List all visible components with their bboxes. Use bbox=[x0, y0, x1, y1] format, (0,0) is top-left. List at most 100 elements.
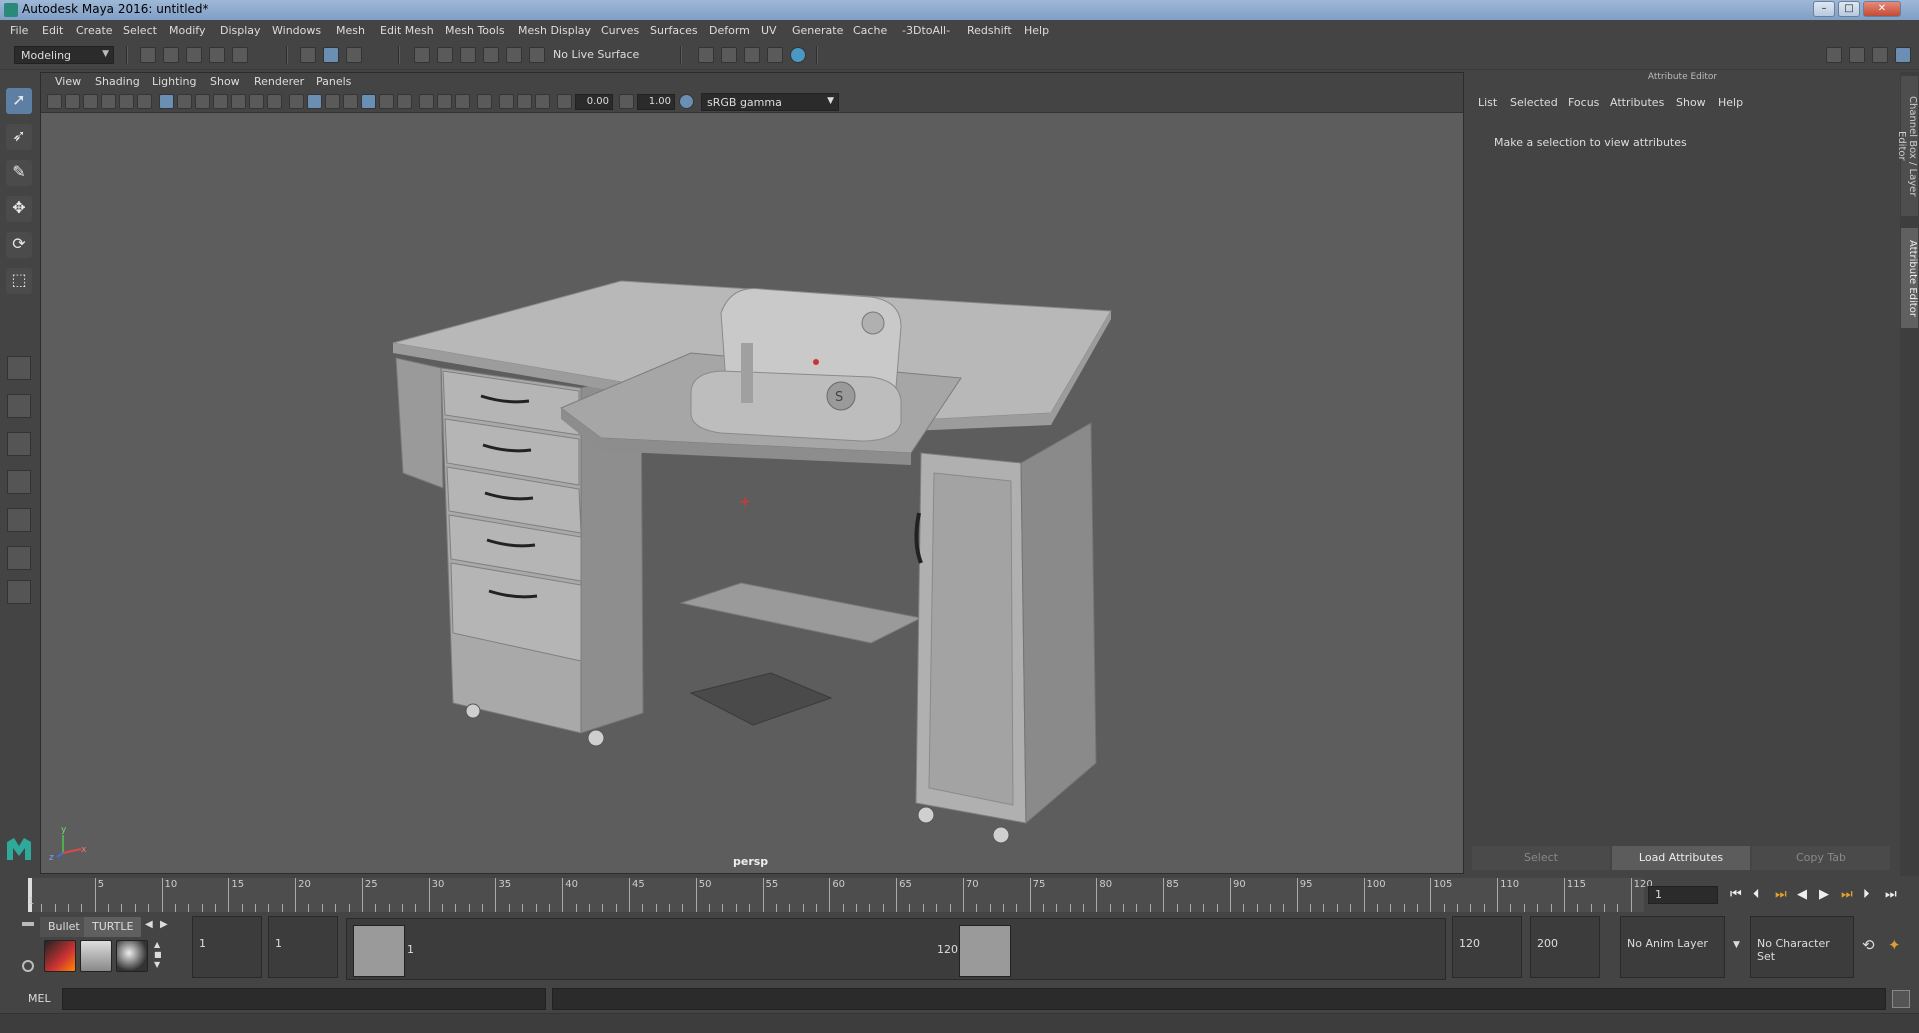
go-to-start-icon[interactable]: ⏮ bbox=[1730, 887, 1742, 902]
menu-modify[interactable]: Modify bbox=[169, 24, 205, 37]
select-button[interactable]: Select bbox=[1472, 846, 1610, 870]
attr-menu-selected[interactable]: Selected bbox=[1510, 96, 1558, 109]
shelf-settings-icon[interactable] bbox=[22, 960, 34, 972]
view-transform-select[interactable]: sRGB gamma ▼ bbox=[701, 93, 839, 111]
step-back-key-icon[interactable]: ⏭ bbox=[1775, 887, 1787, 902]
menu-curves[interactable]: Curves bbox=[601, 24, 639, 37]
close-button[interactable]: ✕ bbox=[1863, 1, 1901, 17]
menu-redshift[interactable]: Redshift bbox=[967, 24, 1012, 37]
animation-start-field[interactable]: 1 bbox=[192, 916, 262, 978]
shelf-menu-icon[interactable] bbox=[22, 922, 34, 926]
field-chart-icon[interactable] bbox=[231, 94, 246, 109]
default-material-icon[interactable] bbox=[325, 94, 340, 109]
render-frame-icon[interactable] bbox=[721, 47, 737, 63]
attr-menu-list[interactable]: List bbox=[1478, 96, 1497, 109]
color-management-icon[interactable] bbox=[679, 94, 694, 109]
snap-grid-icon[interactable] bbox=[414, 47, 430, 63]
menu-surfaces[interactable]: Surfaces bbox=[650, 24, 698, 37]
snap-point-icon[interactable] bbox=[460, 47, 476, 63]
gamma-icon[interactable] bbox=[619, 94, 634, 109]
playback-end-field[interactable]: 120 bbox=[1452, 916, 1522, 978]
menu-edit[interactable]: Edit bbox=[42, 24, 63, 37]
load-attributes-button[interactable]: Load Attributes bbox=[1612, 846, 1750, 870]
paint-select-tool-icon[interactable]: ✎ bbox=[6, 160, 32, 186]
step-forward-frame-icon[interactable]: ⏵ bbox=[1863, 887, 1870, 902]
snap-surface-icon[interactable] bbox=[506, 47, 522, 63]
use-all-lights-icon[interactable] bbox=[379, 94, 394, 109]
smooth-shade-icon[interactable] bbox=[307, 94, 322, 109]
modeling-toolkit-icon[interactable] bbox=[1826, 47, 1842, 63]
image-plane-icon[interactable] bbox=[101, 94, 116, 109]
select-object-icon[interactable] bbox=[323, 47, 339, 63]
menu-deform[interactable]: Deform bbox=[709, 24, 750, 37]
attr-menu-show[interactable]: Show bbox=[1676, 96, 1706, 109]
viewport-panel[interactable]: View Shading Lighting Show Renderer Pane… bbox=[40, 72, 1464, 874]
auto-key-icon[interactable]: ⟲ bbox=[1862, 936, 1875, 954]
gate-mask-icon[interactable] bbox=[213, 94, 228, 109]
menu-file[interactable]: File bbox=[10, 24, 28, 37]
xray-icon[interactable] bbox=[361, 94, 376, 109]
minimize-button[interactable]: – bbox=[1813, 1, 1835, 17]
bookmark-icon[interactable] bbox=[83, 94, 98, 109]
shelf-tab-bullet[interactable]: Bullet bbox=[40, 917, 88, 937]
outliner-persp-layout-icon[interactable] bbox=[7, 508, 31, 532]
camera-select-icon[interactable] bbox=[47, 94, 62, 109]
grease-pencil-icon[interactable] bbox=[137, 94, 152, 109]
step-forward-key-icon[interactable]: ⏭ bbox=[1841, 887, 1853, 902]
menu-generate[interactable]: Generate bbox=[792, 24, 843, 37]
redo-icon[interactable] bbox=[232, 47, 248, 63]
save-scene-icon[interactable] bbox=[186, 47, 202, 63]
undo-icon[interactable] bbox=[209, 47, 225, 63]
menu-edit-mesh[interactable]: Edit Mesh bbox=[380, 24, 434, 37]
safe-title-icon[interactable] bbox=[267, 94, 282, 109]
menu-select[interactable]: Select bbox=[123, 24, 157, 37]
select-hierarchy-icon[interactable] bbox=[300, 47, 316, 63]
menu-display[interactable]: Display bbox=[220, 24, 261, 37]
step-back-frame-icon[interactable]: ⏴ bbox=[1753, 887, 1760, 902]
grid-icon[interactable] bbox=[159, 94, 174, 109]
playback-start-field[interactable]: 1 bbox=[268, 916, 338, 978]
maximize-button[interactable]: □ bbox=[1838, 1, 1860, 17]
exposure-icon[interactable] bbox=[557, 94, 572, 109]
turtle-bake-icon[interactable] bbox=[80, 940, 112, 972]
menu-mesh-tools[interactable]: Mesh Tools bbox=[445, 24, 505, 37]
viewport-menu-view[interactable]: View bbox=[55, 75, 81, 88]
tool-settings-icon[interactable] bbox=[1872, 47, 1888, 63]
four-view-layout-icon[interactable] bbox=[7, 394, 31, 418]
resolution-gate-icon[interactable] bbox=[195, 94, 210, 109]
current-time-field[interactable]: 1 bbox=[1648, 886, 1718, 904]
tab-attribute-editor[interactable]: Attribute Editor bbox=[1901, 228, 1918, 328]
isolate-select-icon[interactable] bbox=[477, 94, 492, 109]
hypershade-icon[interactable] bbox=[790, 47, 806, 63]
tab-channel-box-layer-editor[interactable]: Channel Box / Layer Editor bbox=[1896, 76, 1918, 216]
render-view-icon[interactable] bbox=[767, 47, 783, 63]
select-tool-icon[interactable]: ➚ bbox=[6, 88, 32, 114]
animation-end-field[interactable]: 200 bbox=[1530, 916, 1600, 978]
viewport-menu-renderer[interactable]: Renderer bbox=[254, 75, 304, 88]
custom-layout-icon[interactable] bbox=[7, 580, 31, 604]
range-start-handle[interactable] bbox=[353, 925, 405, 977]
attr-menu-attributes[interactable]: Attributes bbox=[1610, 96, 1664, 109]
menu-windows[interactable]: Windows bbox=[272, 24, 321, 37]
copy-tab-button[interactable]: Copy Tab bbox=[1752, 846, 1890, 870]
attribute-editor-toggle-icon[interactable] bbox=[1895, 47, 1911, 63]
make-live-icon[interactable] bbox=[529, 47, 545, 63]
wireframe-icon[interactable] bbox=[289, 94, 304, 109]
channel-box-icon[interactable] bbox=[1849, 47, 1865, 63]
shadows-icon[interactable] bbox=[397, 94, 412, 109]
viewport-menu-lighting[interactable]: Lighting bbox=[152, 75, 196, 88]
menu-mesh-display[interactable]: Mesh Display bbox=[518, 24, 591, 37]
rotate-tool-icon[interactable]: ⟳ bbox=[6, 232, 32, 258]
shelf-scroll-right-icon[interactable]: ▶ bbox=[160, 919, 168, 930]
menu-3dtoall[interactable]: -3DtoAll- bbox=[902, 24, 950, 37]
character-set-select[interactable]: No Character Set bbox=[1750, 916, 1854, 978]
snap-view-plane-icon[interactable] bbox=[483, 47, 499, 63]
exposure-field[interactable]: 0.00 bbox=[575, 94, 613, 110]
menu-cache[interactable]: Cache bbox=[853, 24, 887, 37]
turtle-material-icon[interactable] bbox=[116, 940, 148, 972]
menu-uv[interactable]: UV bbox=[761, 24, 777, 37]
single-perspective-layout-icon[interactable] bbox=[7, 356, 31, 380]
persp-hypershade-layout-icon[interactable] bbox=[7, 546, 31, 570]
camera-attributes-icon[interactable] bbox=[65, 94, 80, 109]
anti-aliasing-icon[interactable] bbox=[455, 94, 470, 109]
